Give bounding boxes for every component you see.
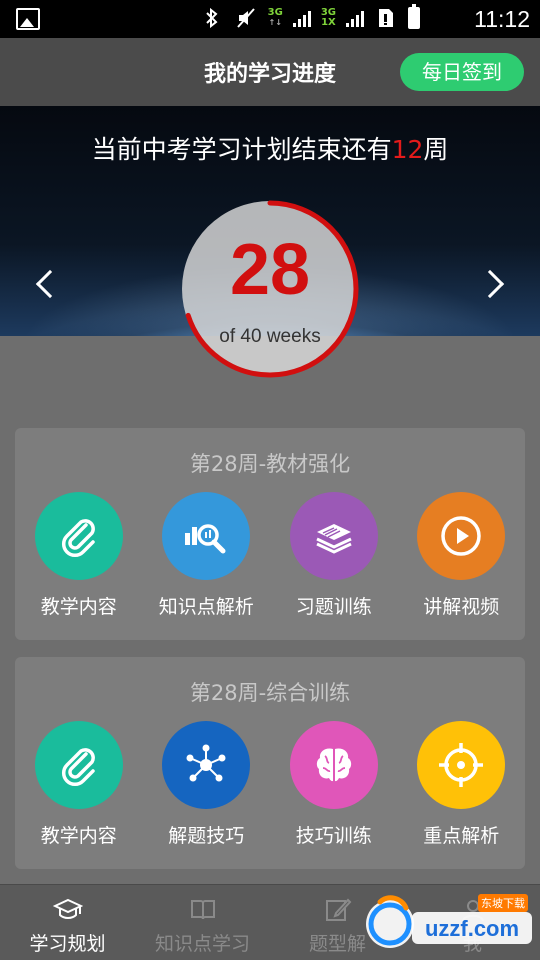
paperclip-icon bbox=[34, 721, 123, 809]
daily-checkin-button[interactable]: 每日签到 bbox=[400, 53, 524, 91]
chevron-right-icon[interactable] bbox=[475, 269, 505, 299]
nav-label: 学习规划 bbox=[29, 933, 106, 955]
mute-icon bbox=[234, 6, 258, 30]
item-label: 教学内容 bbox=[40, 825, 117, 847]
item-label: 技巧训练 bbox=[295, 825, 372, 847]
network-1x-indicator: 3G 1X bbox=[320, 7, 336, 28]
item-skill-training[interactable]: 技巧训练 bbox=[270, 721, 398, 848]
clock: 11:12 bbox=[474, 6, 530, 32]
signal-icon bbox=[292, 9, 311, 27]
item-exercise-training[interactable]: 习题训练 bbox=[270, 492, 398, 619]
card-textbook: 第28周-教材强化 教学内容 知识点解析 习题训练 讲解视频 bbox=[15, 428, 525, 640]
network-3g-indicator: 3G ↑↓ bbox=[267, 7, 283, 28]
item-label: 习题训练 bbox=[295, 596, 372, 618]
sim-icon bbox=[374, 6, 398, 30]
nav-label: 知识点学习 bbox=[154, 933, 250, 955]
bluetooth-icon bbox=[200, 6, 224, 30]
item-label: 教学内容 bbox=[40, 596, 117, 618]
book-icon bbox=[190, 900, 215, 920]
countdown-prefix: 当前中考学习计划结束还有 bbox=[91, 135, 392, 164]
play-icon bbox=[417, 492, 506, 580]
item-label: 讲解视频 bbox=[423, 596, 500, 618]
watermark-text: uzzf.com bbox=[425, 916, 519, 941]
card-items: 教学内容 知识点解析 习题训练 讲解视频 bbox=[15, 492, 525, 619]
card-title: 第28周-教材强化 bbox=[189, 452, 351, 476]
card-items: 教学内容 解题技巧 技巧训练 重点解析 bbox=[15, 721, 525, 848]
weeks-left-value: 12 bbox=[391, 135, 424, 164]
network-label-2: 1X bbox=[321, 17, 336, 28]
item-explanation-video[interactable]: 讲解视频 bbox=[398, 492, 526, 619]
target-icon bbox=[417, 721, 506, 809]
total-weeks-label: of 40 weeks bbox=[219, 326, 321, 347]
item-knowledge-analysis[interactable]: 知识点解析 bbox=[143, 492, 271, 619]
nav-knowledge-learning[interactable]: 知识点学习 bbox=[135, 885, 270, 960]
image-icon bbox=[16, 8, 40, 30]
network-icon bbox=[162, 721, 251, 809]
card-comprehensive: 第28周-综合训练 教学内容 解题技巧 技巧训练 重点解析 bbox=[15, 657, 525, 869]
graduation-cap-icon bbox=[52, 898, 83, 919]
item-teaching-content-2[interactable]: 教学内容 bbox=[15, 721, 143, 848]
item-problem-solving-tips[interactable]: 解题技巧 bbox=[143, 721, 271, 848]
status-icons: 3G ↑↓ 3G 1X bbox=[200, 4, 420, 30]
status-bar: 3G ↑↓ 3G 1X 11:12 bbox=[0, 0, 540, 38]
countdown-suffix: 周 bbox=[423, 135, 449, 164]
chart-magnifier-icon bbox=[162, 492, 251, 580]
signal-icon-2 bbox=[346, 9, 364, 27]
battery-icon bbox=[408, 4, 420, 29]
item-key-analysis[interactable]: 重点解析 bbox=[398, 721, 526, 848]
current-week-number: 28 bbox=[229, 230, 311, 310]
stack-icon bbox=[289, 492, 378, 580]
network-label: 3G bbox=[267, 7, 283, 18]
countdown-text: 当前中考学习计划结束还有12周 bbox=[0, 130, 540, 166]
nav-label: 题型解 bbox=[308, 933, 366, 955]
edit-icon bbox=[325, 898, 351, 921]
chevron-left-icon[interactable] bbox=[35, 269, 65, 299]
item-teaching-content[interactable]: 教学内容 bbox=[15, 492, 143, 619]
watermark-sub: 东坡下载 bbox=[481, 897, 525, 910]
item-label: 重点解析 bbox=[423, 825, 500, 847]
item-label: 知识点解析 bbox=[158, 596, 254, 618]
paperclip-icon bbox=[34, 492, 123, 580]
app-header: 我的学习进度 每日签到 bbox=[0, 38, 540, 106]
item-label: 解题技巧 bbox=[168, 825, 245, 847]
card-title: 第28周-综合训练 bbox=[189, 681, 351, 705]
brain-icon bbox=[289, 721, 378, 809]
nav-study-plan[interactable]: 学习规划 bbox=[0, 885, 135, 960]
watermark-logo: uzzf.com 东坡下载 bbox=[366, 894, 532, 948]
